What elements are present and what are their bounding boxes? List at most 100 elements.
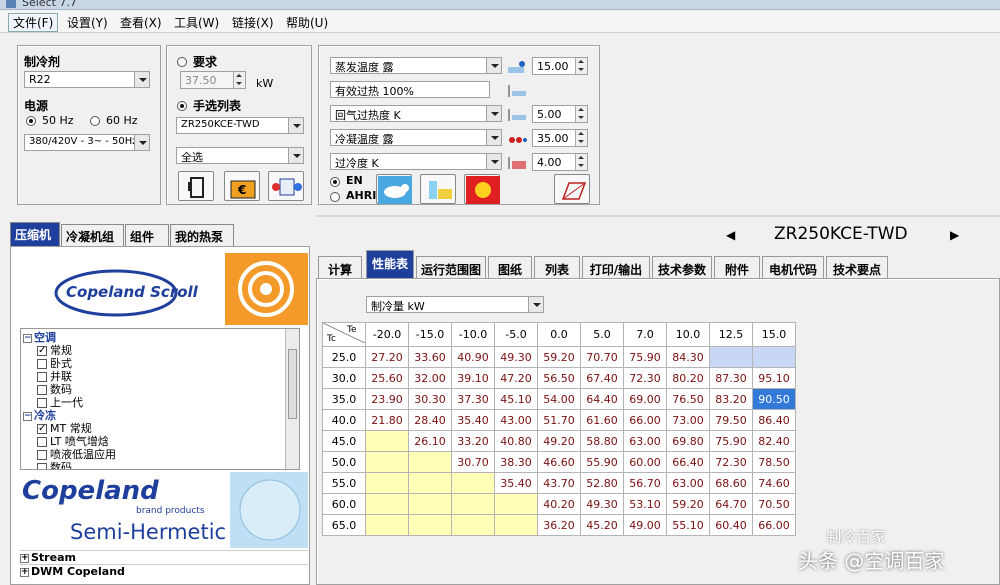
table-cell[interactable]: 75.90	[623, 346, 667, 368]
filter-select[interactable]: 全选	[176, 147, 304, 164]
tab-drawing[interactable]: 图纸	[488, 256, 532, 278]
table-cell[interactable]	[752, 346, 796, 368]
table-cell[interactable]: 25.60	[365, 367, 409, 389]
table-cell[interactable]: 46.60	[537, 451, 581, 473]
table-cell[interactable]	[365, 430, 409, 452]
table-cell[interactable]: 63.00	[623, 430, 667, 452]
tree-item-stream[interactable]: + Stream	[20, 550, 308, 564]
tree-item[interactable]: 卧式	[37, 357, 72, 370]
en-radio[interactable]	[330, 177, 340, 187]
diagram-button[interactable]	[554, 174, 590, 204]
table-cell[interactable]: 58.80	[580, 430, 624, 452]
table-cell[interactable]: 76.50	[666, 388, 710, 410]
tab-tech-data[interactable]: 技术参数	[652, 256, 712, 278]
menu-tools[interactable]: 工具(W)	[170, 14, 223, 31]
tab-accessories[interactable]: 附件	[714, 256, 760, 278]
heat-button[interactable]	[464, 174, 500, 204]
table-cell[interactable]: 59.20	[537, 346, 581, 368]
table-cell[interactable]	[494, 514, 538, 536]
table-cell[interactable]: 67.40	[580, 367, 624, 389]
table-cell[interactable]: 21.80	[365, 409, 409, 431]
tree-item[interactable]: LT 喷气增焓	[37, 435, 109, 448]
table-cell[interactable]	[408, 493, 452, 515]
table-cell[interactable]	[365, 451, 409, 473]
voltage-select[interactable]: 380/420V - 3~ - 50Hz	[24, 134, 150, 151]
table-type-select[interactable]: 制冷量 kW	[366, 296, 544, 313]
evaporating-input[interactable]: 15.00	[532, 57, 588, 75]
table-cell[interactable]: 60.40	[709, 514, 753, 536]
table-cell[interactable]: 43.70	[537, 472, 581, 494]
table-cell[interactable]	[365, 472, 409, 494]
table-cell[interactable]	[451, 493, 495, 515]
table-cell[interactable]: 84.30	[666, 346, 710, 368]
superheat-select[interactable]: 有效过热 100%	[330, 81, 490, 98]
table-cell[interactable]: 66.40	[666, 451, 710, 473]
table-cell[interactable]	[365, 514, 409, 536]
freezer-button[interactable]	[376, 174, 412, 204]
tree-item[interactable]: 数码	[37, 461, 72, 469]
table-cell[interactable]	[408, 472, 452, 494]
menu-settings[interactable]: 设置(Y)	[63, 14, 112, 31]
table-cell[interactable]	[408, 451, 452, 473]
food-button[interactable]	[420, 174, 456, 204]
subcooling-select[interactable]: 过冷度 K	[330, 153, 502, 170]
menu-links[interactable]: 链接(X)	[228, 14, 278, 31]
table-cell[interactable]: 40.80	[494, 430, 538, 452]
table-cell[interactable]: 64.70	[709, 493, 753, 515]
table-cell[interactable]	[365, 493, 409, 515]
condensing-select[interactable]: 冷凝温度 露	[330, 129, 502, 146]
table-cell[interactable]: 33.60	[408, 346, 452, 368]
table-cell[interactable]: 55.90	[580, 451, 624, 473]
table-cell[interactable]: 70.50	[752, 493, 796, 515]
table-cell[interactable]: 39.10	[451, 367, 495, 389]
tree-item-dwm[interactable]: + DWM Copeland	[20, 564, 308, 578]
table-cell[interactable]: 79.50	[709, 409, 753, 431]
menu-help[interactable]: 帮助(U)	[282, 14, 332, 31]
table-cell[interactable]: 68.60	[709, 472, 753, 494]
return-gas-select[interactable]: 回气过热度 K	[330, 105, 502, 122]
tab-my-heatpump[interactable]: 我的热泵	[170, 224, 234, 246]
table-cell[interactable]: 86.40	[752, 409, 796, 431]
table-cell[interactable]: 95.10	[752, 367, 796, 389]
refrigerant-select[interactable]: R22	[24, 71, 150, 88]
table-cell[interactable]: 30.30	[408, 388, 452, 410]
tree-item[interactable]: 上一代	[37, 396, 83, 409]
table-cell[interactable]: 54.00	[537, 388, 581, 410]
compressor-button[interactable]	[178, 171, 214, 201]
requirement-input[interactable]: 37.50	[180, 71, 246, 89]
table-cell[interactable]: 53.10	[623, 493, 667, 515]
table-cell[interactable]: 90.50	[752, 388, 796, 410]
table-cell[interactable]: 82.40	[752, 430, 796, 452]
tab-list[interactable]: 列表	[534, 256, 580, 278]
return-gas-input[interactable]: 5.00	[532, 105, 588, 123]
table-cell[interactable]: 61.60	[580, 409, 624, 431]
tab-envelope[interactable]: 运行范围图	[416, 256, 486, 278]
table-cell[interactable]: 32.00	[408, 367, 452, 389]
tree-item[interactable]: 常规	[37, 344, 72, 357]
table-cell[interactable]: 35.40	[494, 472, 538, 494]
tree-scrollbar[interactable]	[285, 329, 299, 469]
table-cell[interactable]: 40.20	[537, 493, 581, 515]
table-cell[interactable]: 75.90	[709, 430, 753, 452]
tree-item[interactable]: 数码	[37, 383, 72, 396]
hz60-radio[interactable]	[90, 116, 100, 126]
table-cell[interactable]: 64.40	[580, 388, 624, 410]
cost-button[interactable]: €	[224, 171, 260, 201]
table-cell[interactable]: 83.20	[709, 388, 753, 410]
tab-motor-code[interactable]: 电机代码	[762, 256, 824, 278]
prev-model-arrow[interactable]: ◀	[726, 228, 735, 242]
table-cell[interactable]: 69.80	[666, 430, 710, 452]
condensing-input[interactable]: 35.00	[532, 129, 588, 147]
table-cell[interactable]: 47.20	[494, 367, 538, 389]
table-cell[interactable]: 56.70	[623, 472, 667, 494]
hz50-radio[interactable]	[26, 116, 36, 126]
table-cell[interactable]: 43.00	[494, 409, 538, 431]
tab-component[interactable]: 组件	[125, 224, 169, 246]
table-cell[interactable]: 69.00	[623, 388, 667, 410]
table-cell[interactable]: 38.30	[494, 451, 538, 473]
table-cell[interactable]: 73.00	[666, 409, 710, 431]
table-cell[interactable]: 55.10	[666, 514, 710, 536]
table-cell[interactable]: 49.00	[623, 514, 667, 536]
requirement-radio[interactable]	[177, 57, 187, 67]
table-cell[interactable]: 52.80	[580, 472, 624, 494]
